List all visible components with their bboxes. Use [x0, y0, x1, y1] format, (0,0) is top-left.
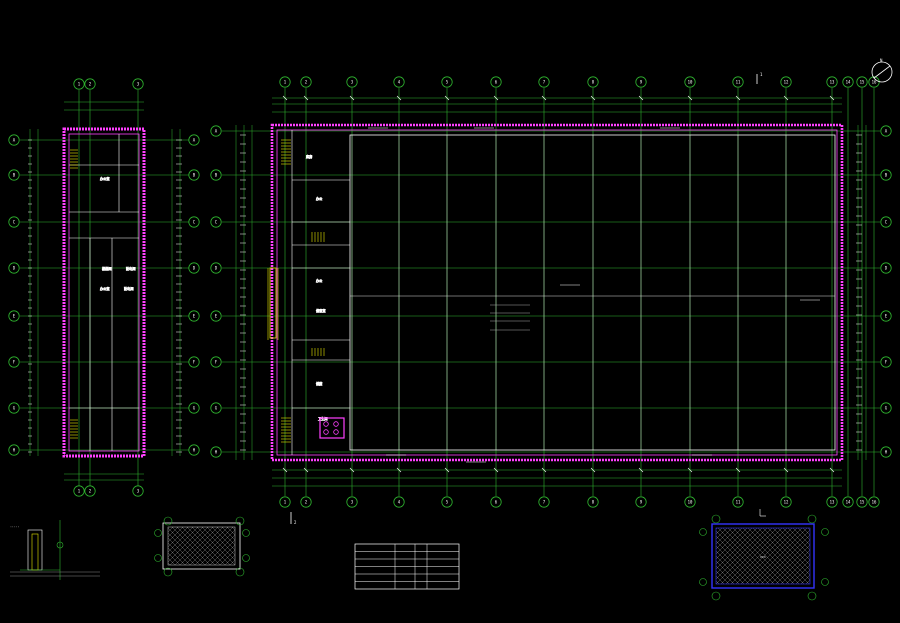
left-grid-column-bubble-top: 3 — [132, 78, 144, 90]
main-grid-column-bubble-bottom: 9 — [635, 496, 647, 508]
main-grid-row-bubble-right: C — [880, 216, 892, 228]
main-grid-row-bubble-right: D — [880, 262, 892, 274]
left-grid-row-bubble-left: C — [8, 216, 20, 228]
main-grid-column-bubble-top: 14 — [842, 76, 854, 88]
grid-bubble-label: 10 — [688, 500, 693, 505]
grid-bubble-label: 11 — [736, 80, 741, 85]
main-room-label: 值班室 — [316, 308, 326, 313]
left-grid-row-bubble-left: E — [8, 310, 20, 322]
main-grid-column-bubble-bottom: 8 — [587, 496, 599, 508]
svg-text:·····: ····· — [10, 525, 20, 529]
left-grid-row-bubble-right: D — [188, 262, 200, 274]
left-grid-row-bubble-left: F — [8, 356, 20, 368]
main-grid-column-bubble-top: 3 — [346, 76, 358, 88]
left-grid-row-bubble-right: C — [188, 216, 200, 228]
main-grid-row-bubble-left: D — [210, 262, 222, 274]
main-grid-row-bubble-right: G — [880, 402, 892, 414]
left-grid-row-bubble-left: D — [8, 262, 20, 274]
left-grid-column-bubble-top: 1 — [73, 78, 85, 90]
left-grid-column-bubble-bottom: 3 — [132, 485, 144, 497]
main-grid-column-bubble-bottom: 13 — [826, 496, 838, 508]
main-grid-column-bubble-bottom: 4 — [393, 496, 405, 508]
main-grid-column-bubble-top: 12 — [780, 76, 792, 88]
main-grid-column-bubble-bottom: 3 — [346, 496, 358, 508]
main-grid-column-bubble-top: 10 — [684, 76, 696, 88]
main-grid-row-bubble-right: B — [880, 169, 892, 181]
main-grid-row-bubble-right: A — [880, 125, 892, 137]
main-grid-row-bubble-left: F — [210, 356, 222, 368]
main-grid-column-bubble-bottom: 14 — [842, 496, 854, 508]
main-grid-column-bubble-bottom: 5 — [441, 496, 453, 508]
left-grid-row-bubble-right: E — [188, 310, 200, 322]
left-grid-row-bubble-right: A — [188, 134, 200, 146]
main-grid-column-bubble-top: 1 — [279, 76, 291, 88]
grid-bubble-label: 15 — [860, 500, 865, 505]
grid-bubble-label: 14 — [846, 500, 851, 505]
grid-bubble-label: 10 — [688, 80, 693, 85]
main-grid-column-bubble-top: 8 — [587, 76, 599, 88]
main-grid-column-bubble-top: 11 — [732, 76, 744, 88]
main-grid-column-bubble-top: 4 — [393, 76, 405, 88]
grid-bubble-label: 14 — [846, 80, 851, 85]
main-grid-row-bubble-right: H — [880, 446, 892, 458]
grid-bubble-label: 16 — [872, 500, 877, 505]
left-grid-row-bubble-right: F — [188, 356, 200, 368]
left-room-label: 办公室 — [100, 176, 110, 181]
main-grid-column-bubble-top: 9 — [635, 76, 647, 88]
left-grid-row-bubble-left: A — [8, 134, 20, 146]
main-grid-column-bubble-bottom: 15 — [856, 496, 868, 508]
main-room-label: 办公 — [316, 278, 323, 283]
grid-bubble-label: 11 — [736, 500, 741, 505]
main-grid-column-bubble-bottom: 6 — [490, 496, 502, 508]
grid-bubble-label: 13 — [830, 500, 835, 505]
main-grid-column-bubble-top: 6 — [490, 76, 502, 88]
left-grid-row-bubble-right: H — [188, 444, 200, 456]
main-grid-row-bubble-left: G — [210, 402, 222, 414]
left-room-label: 楼梯间 — [102, 266, 112, 271]
main-grid-row-bubble-left: H — [210, 446, 222, 458]
main-grid-column-bubble-bottom: 7 — [538, 496, 550, 508]
left-grid-column-bubble-bottom: 1 — [73, 485, 85, 497]
main-grid-column-bubble-top: 15 — [856, 76, 868, 88]
main-grid-column-bubble-bottom: 16 — [868, 496, 880, 508]
main-grid-column-bubble-bottom: 2 — [300, 496, 312, 508]
main-grid-row-bubble-right: F — [880, 356, 892, 368]
left-grid-row-bubble-right: B — [188, 169, 200, 181]
grid-bubble-label: 13 — [830, 80, 835, 85]
main-grid-row-bubble-left: C — [210, 216, 222, 228]
left-room-label: 配电间 — [126, 266, 136, 271]
left-room-label: 办公室 — [100, 286, 110, 291]
main-grid-column-bubble-bottom: 1 — [279, 496, 291, 508]
main-room-label: 储藏 — [316, 381, 323, 386]
left-grid-row-bubble-left: G — [8, 402, 20, 414]
left-grid-row-bubble-right: G — [188, 402, 200, 414]
main-grid-column-bubble-top: 7 — [538, 76, 550, 88]
main-grid-row-bubble-left: A — [210, 125, 222, 137]
main-grid-row-bubble-left: E — [210, 310, 222, 322]
left-grid-column-bubble-bottom: 2 — [84, 485, 96, 497]
grid-bubble-label: 15 — [860, 80, 865, 85]
grid-bubble-label: 12 — [784, 80, 789, 85]
main-grid-column-bubble-top: 13 — [826, 76, 838, 88]
svg-text:×××: ××× — [760, 555, 766, 559]
left-grid-row-bubble-left: H — [8, 444, 20, 456]
left-grid-column-bubble-top: 2 — [84, 78, 96, 90]
main-grid-column-bubble-bottom: 10 — [684, 496, 696, 508]
main-grid-column-bubble-bottom: 11 — [732, 496, 744, 508]
main-room-label: 办公 — [316, 196, 323, 201]
main-grid-column-bubble-top: 2 — [300, 76, 312, 88]
grid-bubble-label: 12 — [784, 500, 789, 505]
main-grid-column-bubble-bottom: 12 — [780, 496, 792, 508]
main-room-label: 库房 — [306, 154, 312, 159]
left-grid-row-bubble-left: B — [8, 169, 20, 181]
main-grid-row-bubble-right: E — [880, 310, 892, 322]
main-grid-row-bubble-left: B — [210, 169, 222, 181]
main-grid-column-bubble-top: 5 — [441, 76, 453, 88]
cad-drawing-canvas: 办公室楼梯间 配电间办公室 配电间 112233A AB BC CD DE EF FG GH H 库… — [0, 0, 900, 623]
left-room-label: 配电间 — [124, 286, 134, 291]
